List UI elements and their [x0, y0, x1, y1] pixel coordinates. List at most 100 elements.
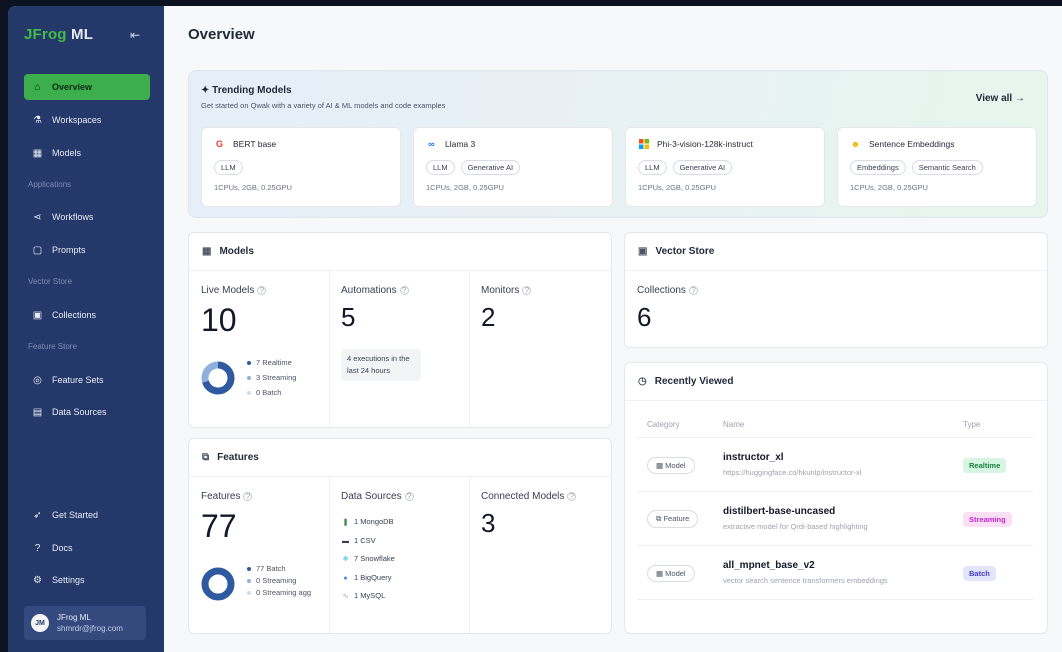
model-card-llama-3[interactable]: ∞ Llama 3 LLM Generative AI 1CPUs, 2GB, … [413, 127, 613, 207]
tag: LLM [426, 160, 455, 175]
models-panel: ▦ Models Live Models? 10 7 Realtime 3 St… [188, 232, 612, 428]
live-models-value: 10 [201, 302, 237, 338]
sidebar-item-data-sources[interactable]: ▤ Data Sources [24, 399, 150, 425]
donut-segment [201, 567, 235, 601]
page-title: Overview [188, 26, 255, 43]
model-resources: 1CPUs, 2GB, 0.25GPU [638, 183, 716, 192]
model-card-phi-3[interactable]: Phi-3-vision-128k-instruct LLM Generativ… [625, 127, 825, 207]
live-models-legend: 7 Realtime 3 Streaming 0 Batch [247, 355, 296, 400]
csv-icon: ▬ [342, 537, 349, 545]
list-item: ∿ 1 MySQL [341, 587, 395, 606]
model-resources: 1CPUs, 2GB, 0.25GPU [214, 183, 292, 192]
sidebar-item-docs[interactable]: ? Docs [24, 535, 150, 561]
gear-icon: ⚙ [33, 574, 42, 586]
sidebar-item-feature-sets[interactable]: ◎ Feature Sets [24, 367, 150, 393]
avatar: JM [31, 614, 49, 632]
trending-subtitle: Get started on Qwak with a variety of AI… [201, 101, 446, 110]
flask-icon: ⚗ [33, 114, 42, 126]
divider [329, 271, 330, 427]
tag: Generative AI [460, 160, 521, 175]
info-icon[interactable]: ? [243, 492, 253, 501]
tag: Embeddings [850, 160, 906, 175]
gauge-icon: ◎ [33, 374, 42, 386]
bigquery-icon: ● [343, 574, 348, 582]
type-badge: Batch [963, 566, 996, 581]
section-vector-store: Vector Store [28, 277, 73, 286]
info-icon[interactable]: ? [567, 492, 577, 501]
features-value: 77 [201, 508, 237, 544]
monitors-value: 2 [481, 302, 496, 332]
info-icon[interactable]: ? [399, 286, 409, 295]
divider [469, 271, 470, 427]
table-row[interactable]: ▦ Model all_mpnet_base_v2 vector search s… [637, 545, 1033, 600]
vector-store-panel: ▣ Vector Store Collections? 6 [624, 232, 1048, 348]
clock-icon: ◷ [638, 376, 647, 387]
sidebar-item-settings[interactable]: ⚙ Settings [24, 567, 150, 593]
item-description: vector search sentence transformers embe… [723, 575, 888, 585]
column-header: Category [637, 413, 723, 438]
info-icon[interactable]: ? [522, 286, 532, 295]
data-sources-list: ❚ 1 MongoDB ▬ 1 CSV ❄ 7 Snowflake ● 1 BigQue… [341, 513, 395, 606]
live-models-donut [201, 361, 235, 395]
user-profile[interactable]: JM JFrog ML shmrdr@jfrog.com [24, 606, 146, 640]
sidebar: JFrog ML ⇤ ⌂ Overview ⚗ Workspaces ▦ Mod… [8, 6, 164, 652]
item-description: https://huggingface.co/hkunlp/instructor… [723, 467, 862, 477]
grid-icon: ▦ [656, 568, 666, 578]
model-resources: 1CPUs, 2GB, 0.25GPU [426, 183, 504, 192]
item-description: extractive model for Qrdi-based highligh… [723, 521, 868, 531]
info-icon[interactable]: ? [404, 492, 414, 501]
section-applications: Applications [28, 180, 72, 189]
info-icon[interactable]: ? [688, 286, 698, 295]
sidebar-item-workflows[interactable]: ⋖ Workflows [24, 204, 150, 230]
recently-viewed-header: ◷ Recently Viewed [625, 363, 1047, 401]
sidebar-item-get-started[interactable]: ➶ Get Started [24, 502, 150, 528]
info-icon[interactable]: ? [257, 286, 267, 295]
item-name[interactable]: distilbert-base-uncased [723, 506, 963, 517]
list-item: ❄ 7 Snowflake [341, 550, 395, 569]
collapse-sidebar-icon[interactable]: ⇤ [130, 28, 140, 42]
model-card-sentence-embeddings[interactable]: ☻ Sentence Embeddings Embeddings Semanti… [837, 127, 1037, 207]
sidebar-item-prompts[interactable]: ▢ Prompts [24, 237, 150, 263]
item-name[interactable]: all_mpnet_base_v2 [723, 560, 963, 571]
help-icon: ? [34, 542, 41, 554]
tag: LLM [638, 160, 667, 175]
features-legend: 77 Batch 0 Streaming 0 Streaming agg [247, 563, 311, 599]
section-feature-store: Feature Store [28, 342, 77, 351]
model-card-bert-base[interactable]: G BERT base LLM 1CPUs, 2GB, 0.25GPU [201, 127, 401, 207]
divider [469, 477, 470, 633]
data-sources-stat: Data Sources? [341, 491, 414, 502]
share-icon: ⋖ [33, 211, 42, 223]
table-row[interactable]: ▦ Model instructor_xl https://huggingface… [637, 437, 1033, 492]
type-badge: Streaming [963, 512, 1012, 527]
column-header: Type [963, 413, 1033, 438]
trending-title: ✦ Trending Models [201, 85, 292, 96]
table-row[interactable]: ⧉ Feature distilbert-base-uncased extract… [637, 491, 1033, 546]
sidebar-item-collections[interactable]: ▣ Collections [24, 302, 150, 328]
mysql-icon: ∿ [342, 593, 349, 600]
trending-models-banner: ✦ Trending Models Get started on Qwak wi… [188, 70, 1048, 218]
sidebar-item-overview[interactable]: ⌂ Overview [24, 74, 150, 100]
features-icon: ⧉ [202, 452, 210, 463]
automations-stat: Automations? 5 [341, 285, 409, 333]
grid-icon: ▦ [202, 246, 212, 257]
collections-value: 6 [637, 302, 652, 332]
brand-logo[interactable]: JFrog ML [24, 26, 93, 43]
column-header: Name [723, 413, 963, 438]
microsoft-icon [638, 138, 649, 149]
item-name[interactable]: instructor_xl [723, 452, 963, 463]
sidebar-item-models[interactable]: ▦ Models [24, 140, 150, 166]
view-all-link[interactable]: View all → [976, 93, 1025, 104]
recently-viewed-panel: ◷ Recently Viewed Category Name Type ▦ M… [624, 362, 1048, 634]
user-name: JFrog ML [57, 613, 91, 622]
category-badge: ⧉ Feature [647, 510, 699, 528]
tag: Generative AI [672, 160, 733, 175]
google-icon: G [215, 138, 223, 149]
sidebar-item-workspaces[interactable]: ⚗ Workspaces [24, 107, 150, 133]
models-panel-header: ▦ Models [189, 233, 611, 271]
huggingface-icon: ☻ [850, 138, 861, 149]
list-item: ▬ 1 CSV [341, 532, 395, 551]
grid-icon: ▦ [32, 147, 43, 159]
list-item: ❚ 1 MongoDB [341, 513, 395, 532]
mongodb-icon: ❚ [342, 519, 349, 526]
rocket-icon: ➶ [33, 509, 42, 521]
